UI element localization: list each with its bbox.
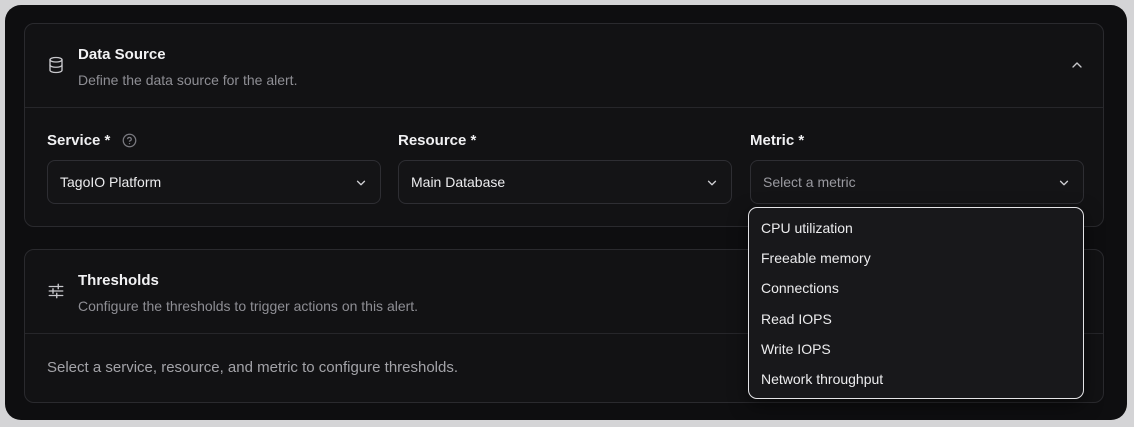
metric-option[interactable]: CPU utilization — [749, 213, 1083, 243]
chevron-up-icon[interactable] — [1069, 57, 1085, 73]
metric-option[interactable]: Freeable memory — [749, 243, 1083, 273]
metric-option[interactable]: Connections — [749, 273, 1083, 303]
service-label: Service * — [47, 132, 111, 149]
database-icon — [49, 56, 63, 74]
app-frame: Data Source Define the data source for t… — [5, 5, 1127, 420]
metric-label: Metric * — [750, 132, 805, 149]
service-select-value: TagoIO Platform — [60, 174, 162, 190]
help-icon[interactable] — [122, 133, 137, 148]
chevron-down-icon — [707, 180, 717, 186]
resource-select[interactable]: Main Database — [398, 160, 732, 204]
thresholds-empty-message: Select a service, resource, and metric t… — [47, 359, 459, 376]
metric-select-placeholder: Select a metric — [763, 174, 856, 190]
metric-option[interactable]: Write IOPS — [749, 334, 1083, 364]
data-source-description: Define the data source for the alert. — [78, 72, 298, 88]
metric-option[interactable]: Read IOPS — [749, 304, 1083, 334]
thresholds-description: Configure the thresholds to trigger acti… — [78, 298, 419, 314]
chevron-down-icon — [1059, 180, 1069, 186]
sliders-icon — [48, 283, 64, 299]
metric-option[interactable]: Network throughput — [749, 364, 1083, 394]
metric-select[interactable]: Select a metric — [750, 160, 1084, 204]
metric-dropdown-menu: CPU utilization Freeable memory Connecti… — [748, 207, 1084, 399]
resource-select-value: Main Database — [411, 174, 506, 190]
thresholds-title: Thresholds — [78, 272, 159, 289]
data-source-header[interactable]: Data Source Define the data source for t… — [25, 24, 1103, 108]
chevron-down-icon — [356, 180, 366, 186]
service-select[interactable]: TagoIO Platform — [47, 160, 381, 204]
data-source-title: Data Source — [78, 46, 166, 63]
data-source-card: Data Source Define the data source for t… — [24, 23, 1104, 227]
resource-label: Resource * — [398, 132, 477, 149]
